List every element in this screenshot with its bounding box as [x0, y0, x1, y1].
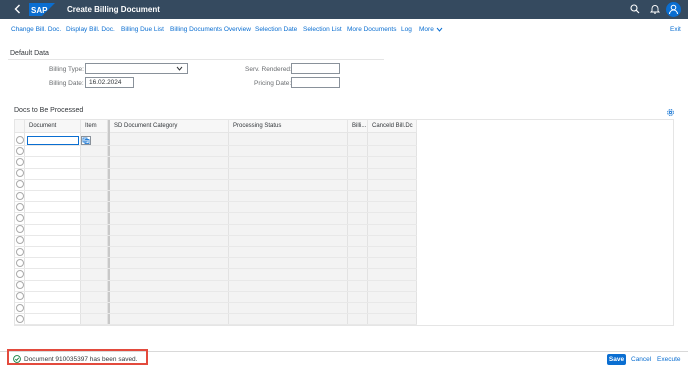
table-row — [15, 190, 417, 191]
column-header-processing-status[interactable]: Processing Status — [229, 120, 348, 133]
shell-bar: SAP Create Billing Document — [0, 0, 688, 19]
more-menu-button[interactable]: More — [419, 26, 443, 33]
change-bill-doc-button[interactable]: Change Bill. Doc. — [11, 26, 61, 33]
table-row — [15, 167, 417, 169]
table-row — [15, 313, 417, 315]
select-all-header[interactable] — [15, 120, 25, 133]
chevron-down-icon — [436, 27, 443, 32]
gear-icon[interactable] — [666, 108, 675, 117]
docs-table: Document Item SD Document Category Proce… — [14, 119, 674, 326]
serv-rendered-field[interactable] — [291, 63, 340, 74]
chevron-down-icon — [176, 66, 183, 71]
table-row — [15, 246, 417, 247]
value-help-icon — [82, 137, 90, 144]
table-row — [15, 223, 417, 225]
billing-type-select[interactable] — [85, 63, 188, 74]
page-title: Create Billing Document — [67, 5, 160, 14]
row-select-radio[interactable] — [16, 146, 24, 155]
document-input[interactable] — [27, 136, 79, 145]
display-bill-doc-button[interactable]: Display Bill. Doc. — [66, 26, 115, 33]
execute-button[interactable]: Execute — [657, 356, 681, 363]
cancel-button[interactable]: Cancel — [631, 356, 651, 363]
svg-text:SAP: SAP — [31, 6, 48, 15]
bell-icon[interactable] — [650, 4, 660, 14]
table-row — [15, 290, 417, 292]
status-message[interactable]: Document 910035397 has been saved. — [24, 356, 137, 363]
table-row — [15, 145, 417, 147]
row-select-radio[interactable] — [16, 202, 24, 211]
column-header-sd-category[interactable]: SD Document Category — [110, 120, 229, 133]
docs-table-title: Docs to Be Processed — [14, 107, 84, 114]
exit-button[interactable]: Exit — [670, 26, 681, 33]
app-toolbar: Change Bill. Doc. Display Bill. Doc. Bil… — [0, 19, 688, 41]
item-column — [81, 133, 108, 325]
row-select-radio[interactable] — [16, 269, 24, 278]
back-icon[interactable] — [12, 3, 24, 15]
pricing-date-field[interactable] — [291, 77, 340, 88]
selection-date-button[interactable]: Selection Date — [255, 26, 297, 33]
table-row — [15, 257, 417, 259]
row-select-radio[interactable] — [16, 157, 24, 166]
search-icon[interactable] — [630, 4, 640, 14]
avatar[interactable] — [666, 2, 681, 17]
selection-list-button[interactable]: Selection List — [303, 26, 342, 33]
row-select-radio[interactable] — [16, 247, 24, 256]
row-select-radio[interactable] — [16, 213, 24, 222]
row-select-radio[interactable] — [16, 135, 24, 144]
pricing-date-label: Pricing Date: — [254, 80, 292, 87]
billing-date-label: Billing Date: — [49, 80, 84, 87]
column-header-document[interactable]: Document — [25, 120, 81, 133]
billing-due-list-button[interactable]: Billing Due List — [121, 26, 164, 33]
table-row — [15, 212, 417, 214]
column-header-item[interactable]: Item — [81, 120, 108, 133]
table-row — [15, 178, 417, 180]
user-icon — [669, 4, 678, 15]
billing-column — [348, 133, 368, 325]
row-select-radio[interactable] — [16, 258, 24, 267]
column-header-billing[interactable]: Billi... — [348, 120, 368, 133]
cancelled-bill-column — [368, 133, 417, 325]
more-menu-label: More — [419, 26, 434, 33]
table-row — [15, 234, 417, 236]
table-row — [15, 279, 417, 281]
log-button[interactable]: Log — [401, 26, 412, 33]
row-select-radio[interactable] — [16, 314, 24, 323]
processing-status-column — [229, 133, 348, 325]
save-button[interactable]: Save — [607, 354, 626, 365]
table-row — [15, 324, 417, 325]
document-column — [25, 133, 81, 325]
section-divider — [8, 59, 384, 60]
value-help-button[interactable] — [81, 136, 91, 145]
billing-type-label: Billing Type: — [49, 66, 84, 73]
sap-logo: SAP — [29, 3, 55, 16]
row-select-radio[interactable] — [16, 303, 24, 312]
table-row — [15, 302, 417, 303]
table-row — [15, 268, 417, 270]
success-check-icon — [13, 355, 21, 363]
sd-category-column — [110, 133, 229, 325]
billing-date-field[interactable]: 16.02.2024 — [85, 77, 134, 88]
column-freeze-divider — [108, 120, 110, 325]
default-data-title: Default Data — [10, 50, 49, 57]
table-row — [15, 201, 417, 203]
column-header-cancelled-bill[interactable]: Canceld Bill.Dc — [368, 120, 417, 133]
serv-rendered-label: Serv. Rendered: — [245, 66, 292, 73]
row-select-radio[interactable] — [16, 191, 24, 200]
billing-documents-overview-button[interactable]: Billing Documents Overview — [170, 26, 251, 33]
more-documents-button[interactable]: More Documents — [347, 26, 397, 33]
table-row — [15, 156, 417, 158]
